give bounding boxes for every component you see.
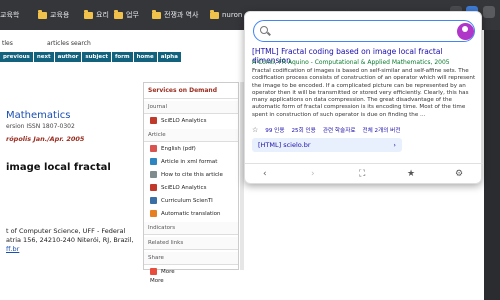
nav-subject-button[interactable]: subject bbox=[82, 52, 111, 62]
result-links: ☆ 99 인용 25회 인용 관련 학술자료 전체 2개의 버전 bbox=[252, 126, 400, 134]
cite-link[interactable]: How to cite this article bbox=[144, 168, 238, 181]
puzzle-icon[interactable] bbox=[483, 6, 495, 18]
bookmark-label: 교육용 bbox=[50, 11, 70, 19]
nav-alpha-button[interactable]: alpha bbox=[157, 52, 181, 62]
side-strip bbox=[484, 30, 500, 300]
share-more-link[interactable]: More bbox=[144, 278, 238, 287]
bookmark-item[interactable]: 전쟁과 역사 bbox=[152, 8, 198, 22]
folder-icon bbox=[38, 9, 47, 19]
nav-form-button[interactable]: form bbox=[111, 52, 133, 62]
result-snippet: Fractal codification of images is based … bbox=[252, 68, 476, 118]
folder-icon bbox=[114, 9, 123, 19]
affiliation-line: t of Computer Science, UFF - Federal bbox=[6, 227, 126, 235]
folder-icon bbox=[210, 9, 219, 19]
journal-section-label: Journal bbox=[144, 101, 238, 114]
item-label: SciELO Analytics bbox=[161, 184, 207, 191]
nav-home-button[interactable]: home bbox=[133, 52, 157, 62]
avatar[interactable] bbox=[457, 23, 474, 40]
issue-text: rópolis Jan./Apr. 2005 bbox=[6, 135, 85, 143]
html-source-label: [HTML] scielo.br bbox=[258, 141, 311, 149]
item-label: More bbox=[161, 268, 175, 275]
services-heading: Services on Demand bbox=[144, 83, 238, 99]
next-arrow-icon[interactable]: › bbox=[311, 169, 315, 179]
chevron-right-icon: › bbox=[393, 141, 396, 149]
xml-link[interactable]: Article in xml format bbox=[144, 155, 238, 168]
translation-link[interactable]: Automatic translation bbox=[144, 207, 238, 220]
pdf-link[interactable]: English (pdf) bbox=[144, 142, 238, 155]
nav-previous-button[interactable]: previous bbox=[0, 52, 33, 62]
item-label: How to cite this article bbox=[161, 171, 223, 178]
cite-icon bbox=[150, 171, 157, 178]
bookmark-label: 업무 bbox=[126, 11, 139, 19]
folder-icon bbox=[84, 9, 93, 19]
item-label: Article in xml format bbox=[161, 158, 218, 165]
result-authors: A Conci, FR Aquino - Computational & App… bbox=[252, 59, 450, 66]
starred-icon[interactable]: ★ bbox=[407, 169, 415, 179]
save-star-icon[interactable]: ☆ bbox=[252, 126, 258, 134]
nav-caption-search: articles search bbox=[47, 40, 91, 47]
journal-analytics-link[interactable]: SciELO Analytics bbox=[144, 114, 238, 127]
bookmark-item[interactable]: 교육학 bbox=[0, 8, 19, 22]
curriculum-icon bbox=[150, 197, 157, 204]
settings-gear-icon[interactable]: ⚙ bbox=[455, 169, 463, 179]
article-title: image local fractal bbox=[6, 162, 111, 173]
bookmark-item[interactable]: 업무 bbox=[114, 8, 139, 22]
share-more-link[interactable]: More bbox=[144, 265, 238, 278]
affiliation-line: atria 156, 24210-240 Niterói, RJ, Brazil… bbox=[6, 236, 134, 244]
item-label: Curriculum ScienTI bbox=[161, 197, 213, 204]
popup-footer: ‹ › ⛶ ★ ⚙ bbox=[245, 163, 483, 185]
item-label: Automatic translation bbox=[161, 210, 221, 217]
curriculum-link[interactable]: Curriculum ScienTI bbox=[144, 194, 238, 207]
indicators-section-label[interactable]: Indicators bbox=[144, 222, 238, 235]
nav-button-group: previous next author subject form home a… bbox=[0, 52, 181, 62]
bookmark-label: 요리 bbox=[96, 11, 109, 19]
cited-by-link[interactable]: 25회 인용 bbox=[291, 126, 315, 134]
analytics-icon bbox=[150, 184, 157, 191]
scholar-search-input[interactable] bbox=[270, 24, 450, 38]
nav-caption-left: tles bbox=[2, 40, 13, 47]
html-source-chip[interactable]: [HTML] scielo.br › bbox=[252, 138, 402, 152]
share-section-label: Share bbox=[144, 252, 238, 265]
fullscreen-icon[interactable]: ⛶ bbox=[359, 169, 365, 179]
scholar-popup: [HTML] Fractal coding based on image loc… bbox=[244, 11, 483, 185]
cite-link[interactable]: 99 인용 bbox=[265, 126, 284, 134]
affiliation: t of Computer Science, UFF - Federal atr… bbox=[6, 227, 134, 254]
bookmark-item[interactable]: 요리 bbox=[84, 8, 109, 22]
bookmark-label: 교육학 bbox=[0, 11, 20, 19]
translation-icon bbox=[150, 210, 157, 217]
bookmark-label: 전쟁과 역사 bbox=[164, 11, 199, 19]
issn-text: ersion ISSN 1807-0302 bbox=[6, 123, 75, 130]
article-section-label: Article bbox=[144, 129, 238, 142]
prev-arrow-icon[interactable]: ‹ bbox=[263, 169, 267, 179]
email-link[interactable]: ff.br bbox=[6, 245, 134, 254]
analytics-icon bbox=[150, 117, 157, 124]
related-articles-link[interactable]: 관련 학술자료 bbox=[323, 126, 356, 134]
nav-next-button[interactable]: next bbox=[33, 52, 54, 62]
item-label: More bbox=[150, 278, 164, 284]
share-icon bbox=[150, 268, 157, 275]
nav-author-button[interactable]: author bbox=[54, 52, 82, 62]
all-versions-link[interactable]: 전체 2개의 버전 bbox=[362, 126, 400, 134]
journal-title[interactable]: Mathematics bbox=[6, 110, 70, 121]
item-label: SciELO Analytics bbox=[161, 117, 207, 124]
folder-icon bbox=[152, 9, 161, 19]
pdf-icon bbox=[150, 145, 157, 152]
search-icon bbox=[260, 26, 268, 34]
article-analytics-link[interactable]: SciELO Analytics bbox=[144, 181, 238, 194]
xml-icon bbox=[150, 158, 157, 165]
item-label: English (pdf) bbox=[161, 145, 196, 152]
scholar-search-box[interactable] bbox=[253, 20, 475, 42]
related-section-label[interactable]: Related links bbox=[144, 237, 238, 250]
services-panel: Services on Demand Journal SciELO Analyt… bbox=[143, 82, 239, 284]
bookmark-item[interactable]: 교육용 bbox=[38, 8, 69, 22]
